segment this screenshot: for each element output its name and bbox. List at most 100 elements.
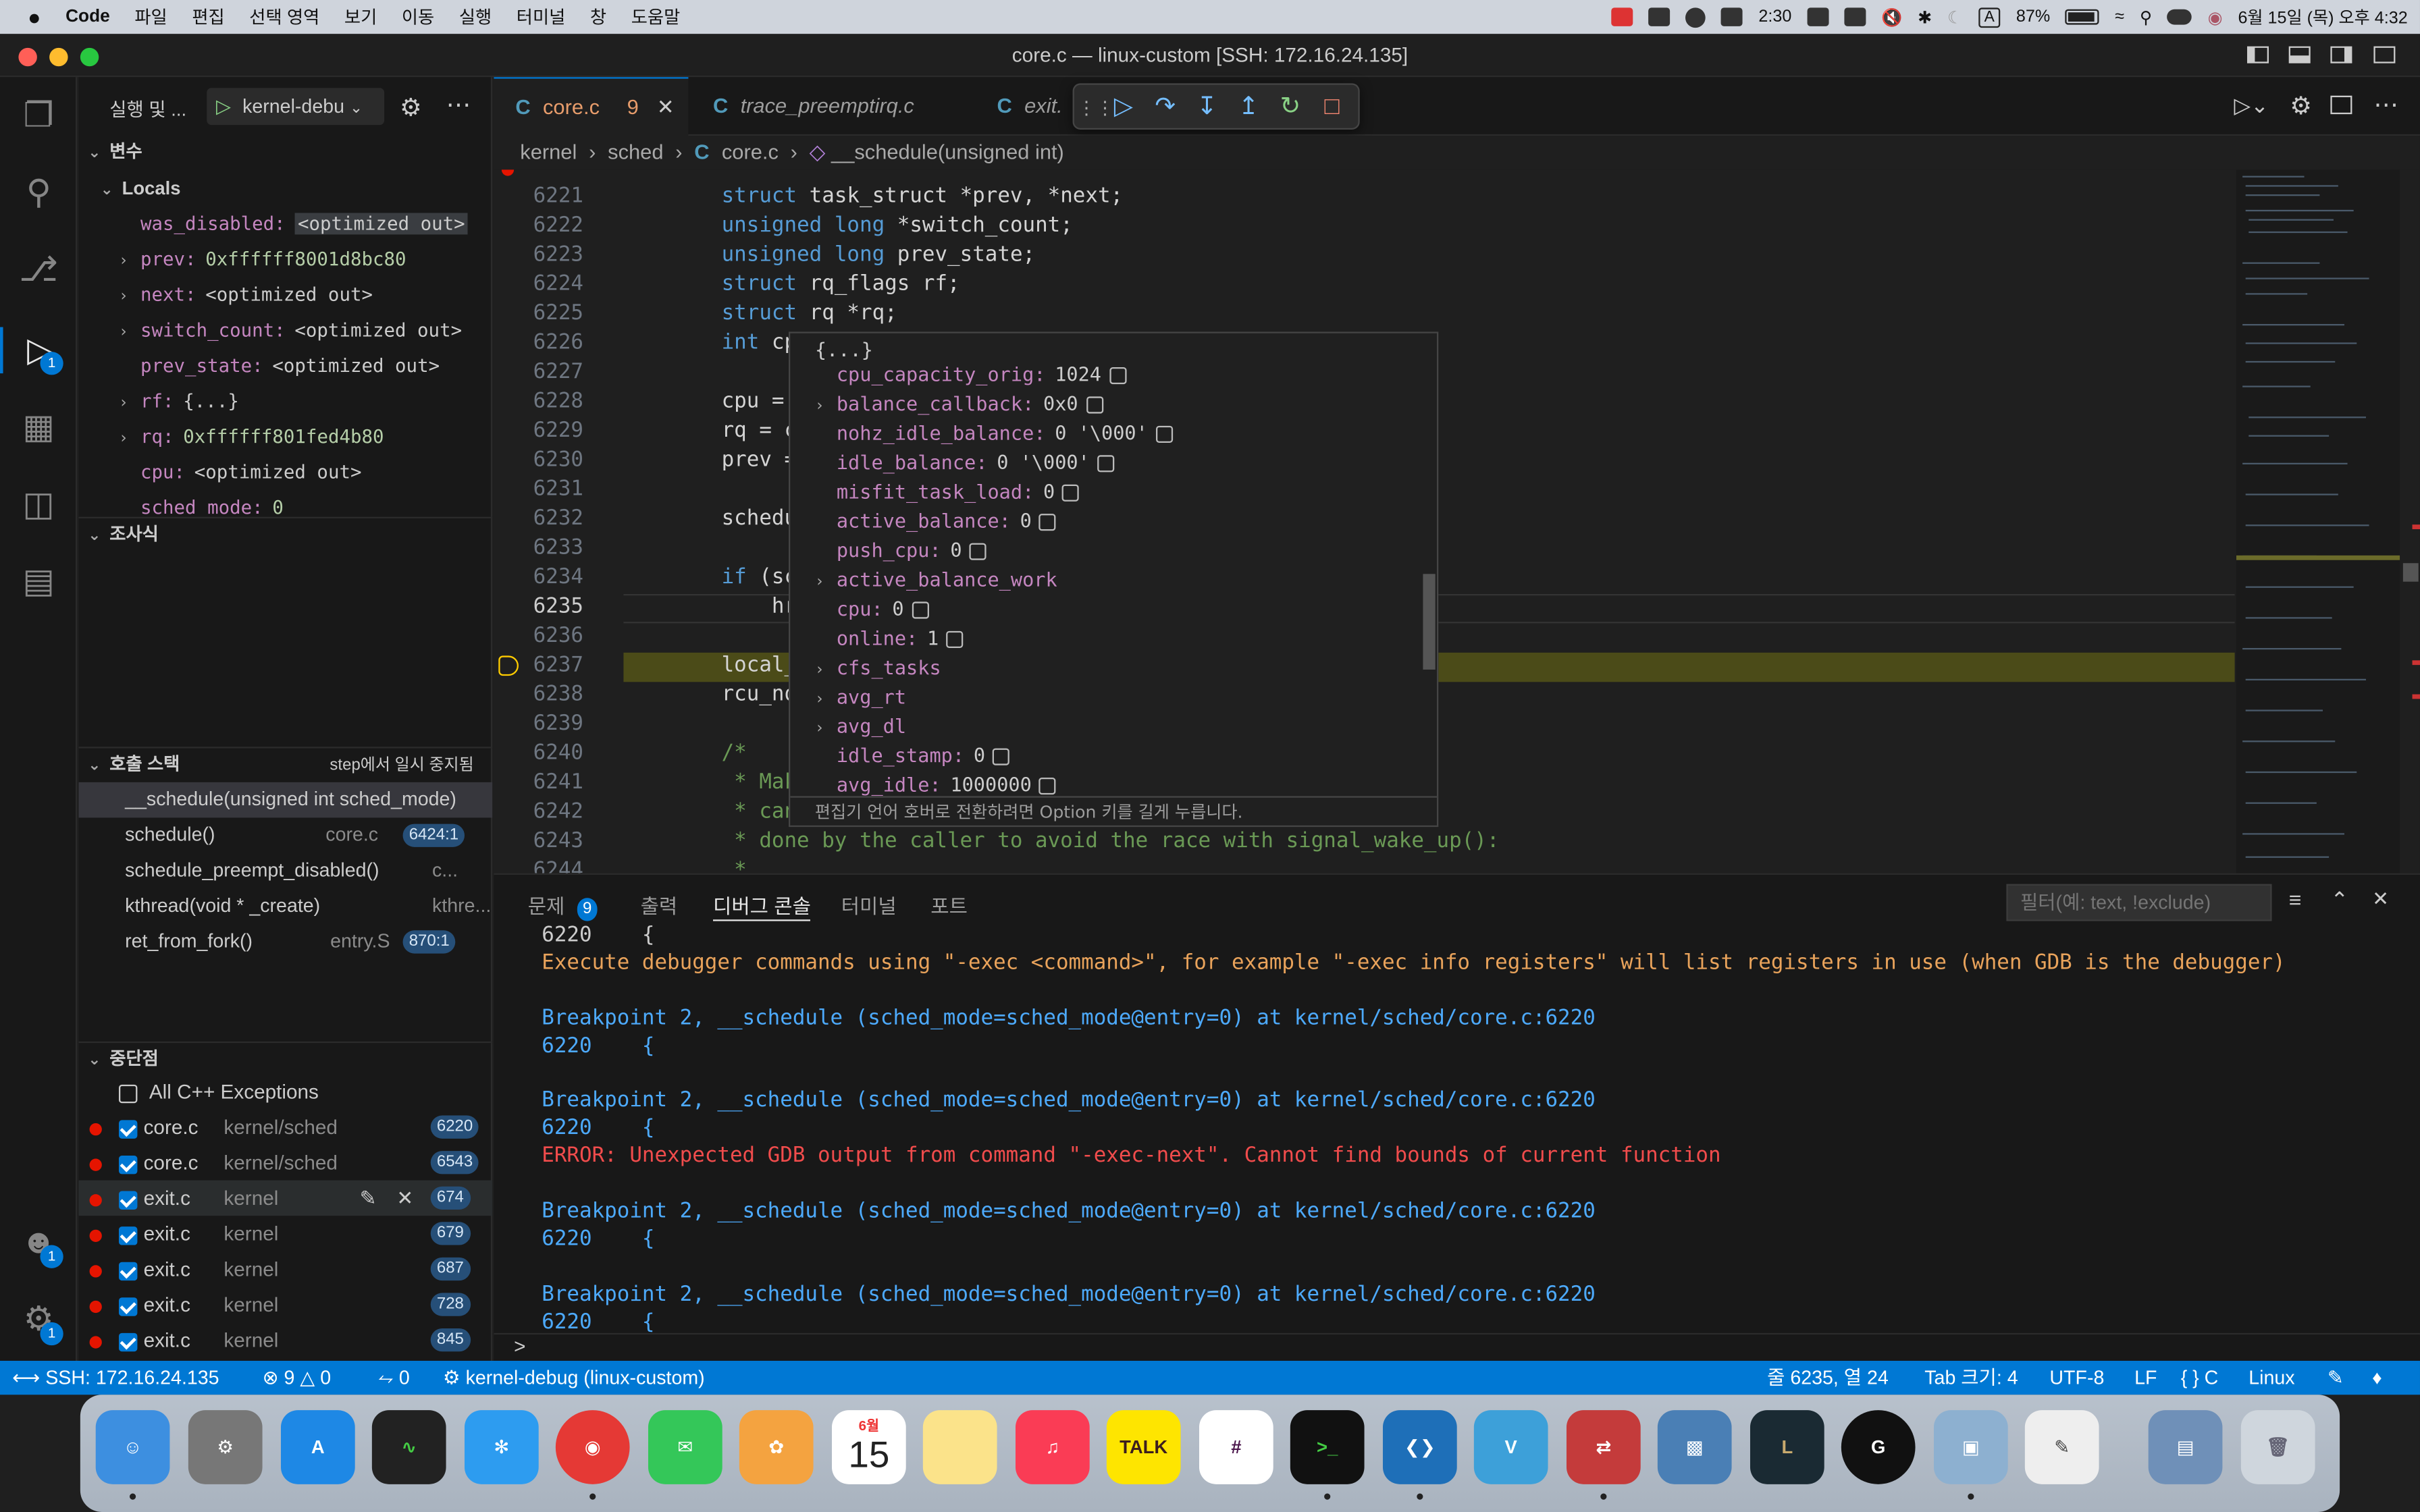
variable-row[interactable]: was_disabled: <optimized out>	[79, 207, 493, 242]
chevron-right-icon[interactable]: ›	[815, 392, 837, 421]
ports-status[interactable]: ⥊ 0	[378, 1361, 410, 1395]
indentation-status[interactable]: Tab 크기: 4	[1924, 1361, 2018, 1395]
hover-field-row[interactable]: › active_balance_work	[815, 565, 1057, 594]
debug-session-status[interactable]: ⚙ kernel-debug (linux-custom)	[443, 1361, 705, 1395]
view-binary-data-icon[interactable]	[993, 748, 1010, 765]
hover-field-row[interactable]: cpu_capacity_orig: 1024	[815, 360, 1126, 389]
debug-config-select[interactable]: ▷ kernel-debu ⌄	[207, 88, 385, 126]
testing-icon[interactable]: ▤	[16, 558, 62, 605]
menu-app-name[interactable]: Code	[53, 7, 122, 26]
locals-scope-header[interactable]: ⌄ Locals	[79, 171, 493, 205]
toggle-primary-sidebar-icon[interactable]	[2246, 46, 2269, 63]
sidecar-icon[interactable]	[1844, 7, 1866, 26]
wifi-icon[interactable]: ≈	[2115, 7, 2124, 26]
chrome-icon[interactable]: ◉	[555, 1410, 630, 1484]
os-status[interactable]: Linux	[2248, 1361, 2294, 1395]
encoding-status[interactable]: UTF-8	[2049, 1361, 2104, 1395]
menu-run[interactable]: 실행	[447, 5, 504, 30]
tab-terminal[interactable]: 터미널	[841, 890, 897, 921]
variable-row[interactable]: › next: <optimized out>	[79, 277, 493, 313]
callstack-frame[interactable]: schedule_preempt_disabled() c...	[79, 853, 493, 889]
run-and-debug-icon[interactable]: ▷	[0, 327, 77, 374]
bluetooth-icon[interactable]: ✱	[1918, 7, 1932, 27]
breakpoint-item[interactable]: exit.c kernel 728	[79, 1287, 493, 1322]
tab-output[interactable]: 출력	[641, 890, 678, 921]
breakpoint-checkbox[interactable]	[118, 1190, 138, 1209]
view-binary-data-icon[interactable]	[1086, 396, 1103, 414]
menu-view[interactable]: 보기	[332, 5, 390, 30]
hover-field-row[interactable]: › avg_dl	[815, 711, 906, 740]
hover-field-row[interactable]: nohz_idle_balance: 0 '\000'	[815, 418, 1173, 447]
variable-row[interactable]: › switch_count: <optimized out>	[79, 313, 493, 349]
logitech-g-icon[interactable]: G	[1841, 1410, 1916, 1484]
debug-hover-widget[interactable]: {...} cpu_capacity_orig: 1024 › balance_cal…	[788, 331, 1439, 828]
breakpoint-item[interactable]: exit.c kernel ✎ ✕ 674	[78, 1180, 493, 1216]
battery-icon[interactable]	[2066, 9, 2100, 25]
input-source-icon[interactable]: A	[1978, 7, 2001, 27]
chevron-right-icon[interactable]: ›	[119, 279, 140, 315]
variable-row[interactable]: prev_state: <optimized out>	[79, 349, 493, 385]
parallels-icon[interactable]: ▩	[1657, 1410, 1732, 1484]
hover-field-row[interactable]: active_balance: 0	[815, 506, 1057, 535]
breakpoint-item[interactable]: exit.c kernel 845	[79, 1322, 493, 1358]
breakpoint-all-exceptions[interactable]: All C++ Exceptions	[79, 1074, 493, 1110]
breakpoint-checkbox[interactable]	[118, 1261, 138, 1280]
breadcrumb-file[interactable]: core.c	[722, 140, 779, 163]
language-mode-status[interactable]: { } C	[2181, 1361, 2219, 1395]
display-icon[interactable]	[1807, 7, 1829, 26]
siri-icon[interactable]: ◉	[2208, 7, 2223, 27]
tray-app-icon[interactable]	[1612, 7, 1634, 26]
menu-file[interactable]: 파일	[122, 5, 180, 30]
watch-section-header[interactable]: ⌄ 조사식	[78, 516, 493, 551]
calendar-icon[interactable]: 6월 15	[831, 1410, 906, 1484]
hover-field-row[interactable]: idle_stamp: 0	[815, 740, 1010, 770]
hover-field-row[interactable]: › balance_callback: 0x0	[815, 389, 1103, 418]
breadcrumb-symbol[interactable]: __schedule(unsigned int)	[831, 140, 1064, 163]
more-actions-icon[interactable]: ⋯	[446, 90, 471, 121]
chevron-right-icon[interactable]: ›	[119, 315, 140, 350]
minimap[interactable]	[2236, 169, 2400, 873]
start-debug-play-icon[interactable]: ▷	[216, 96, 231, 117]
chevron-right-icon[interactable]: ›	[119, 244, 140, 279]
tab-core-c[interactable]: Ccore.c 9 ✕	[494, 77, 689, 136]
breakpoint-marker[interactable]	[501, 169, 515, 176]
hover-field-row[interactable]: › avg_rt	[815, 682, 906, 711]
hover-field-row[interactable]: misfit_task_load: 0	[815, 477, 1080, 506]
open-launch-json-gear-icon[interactable]: ⚙	[400, 92, 422, 124]
spotlight-search-icon[interactable]: ⚲	[2140, 7, 2152, 27]
callstack-frame[interactable]: kthread(void * _create) kthre...	[79, 889, 493, 925]
control-center-icon[interactable]	[2167, 9, 2192, 25]
breadcrumb-sched[interactable]: sched	[608, 140, 663, 163]
callstack-section-header[interactable]: ⌄ 호출 스택 step에서 일시 중지됨	[78, 747, 493, 780]
menu-terminal[interactable]: 터미널	[504, 5, 577, 30]
system-settings-icon[interactable]: ⚙	[188, 1410, 263, 1484]
stop-icon[interactable]: □	[1317, 92, 1348, 124]
editor-settings-gear-icon[interactable]: ⚙	[2290, 91, 2312, 122]
menu-edit[interactable]: 편집	[180, 5, 237, 30]
breakpoint-item[interactable]: exit.c kernel 679	[79, 1216, 493, 1251]
view-binary-data-icon[interactable]	[1039, 514, 1057, 531]
menu-help[interactable]: 도움말	[619, 5, 692, 30]
maximize-panel-icon[interactable]: ⌃	[2330, 887, 2348, 913]
callstack-frame[interactable]: ret_from_fork() entry.S 870:1	[79, 924, 493, 960]
close-panel-icon[interactable]: ✕	[2372, 887, 2389, 912]
all-exceptions-checkbox[interactable]	[118, 1083, 138, 1103]
grammarly-icon[interactable]	[1685, 7, 1706, 27]
debug-console-filter-input[interactable]	[2006, 884, 2272, 921]
view-binary-data-icon[interactable]	[970, 543, 987, 560]
activity-monitor-icon[interactable]: ∿	[371, 1410, 446, 1484]
variables-section-header[interactable]: ⌄ 변수	[79, 136, 493, 169]
clipboard-icon[interactable]	[1649, 7, 1671, 26]
drag-handle-icon[interactable]: ⋮⋮	[1077, 92, 1114, 124]
menu-go[interactable]: 이동	[390, 5, 447, 30]
breakpoint-item[interactable]: core.c kernel/sched 6220	[79, 1109, 493, 1145]
restart-icon[interactable]: ↻	[1275, 92, 1306, 124]
tab-debug-console[interactable]: 디버그 콘솔	[712, 890, 811, 921]
messages-icon[interactable]: ✉	[648, 1410, 722, 1484]
notes-icon[interactable]	[922, 1410, 997, 1484]
menu-selection[interactable]: 선택 영역	[237, 5, 332, 30]
cursor-position[interactable]: 줄 6235, 열 24	[1767, 1361, 1889, 1395]
split-editor-icon[interactable]	[2330, 95, 2352, 115]
music-icon[interactable]: ♫	[1015, 1410, 1090, 1484]
tab-ports[interactable]: 포트	[930, 890, 968, 921]
